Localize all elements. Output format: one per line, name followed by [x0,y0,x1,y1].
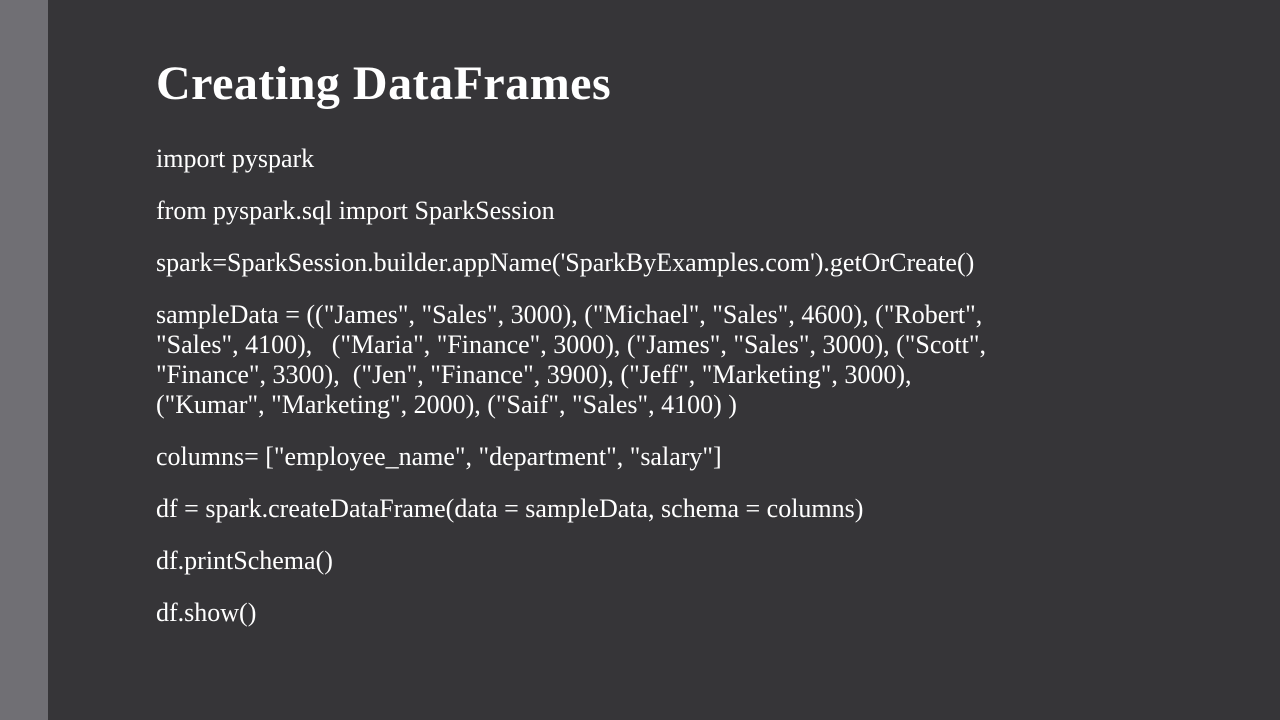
sample-data-line: sampleData = (("James", "Sales", 3000), … [156,300,983,329]
sample-data-line: "Finance", 3300), ("Jen", "Finance", 390… [156,360,912,389]
code-line-import: import pyspark [156,144,315,173]
sample-data-line: "Sales", 4100), ("Maria", "Finance", 300… [156,330,986,359]
code-line-columns: columns= ["employee_name", "department",… [156,442,722,471]
code-line-from-import: from pyspark.sql import SparkSession [156,196,555,225]
slide-body: import pyspark from pyspark.sql import S… [156,144,1236,650]
accent-sidebar [0,0,48,720]
code-line-show: df.show() [156,598,257,627]
code-line-spark-session: spark=SparkSession.builder.appName('Spar… [156,248,975,277]
code-line-create-dataframe: df = spark.createDataFrame(data = sample… [156,494,864,523]
slide-title: Creating DataFrames [156,57,612,110]
sample-data-line: ("Kumar", "Marketing", 2000), ("Saif", "… [156,390,737,419]
code-line-print-schema: df.printSchema() [156,546,333,575]
code-block-sample-data: sampleData = (("James", "Sales", 3000), … [156,300,1236,420]
